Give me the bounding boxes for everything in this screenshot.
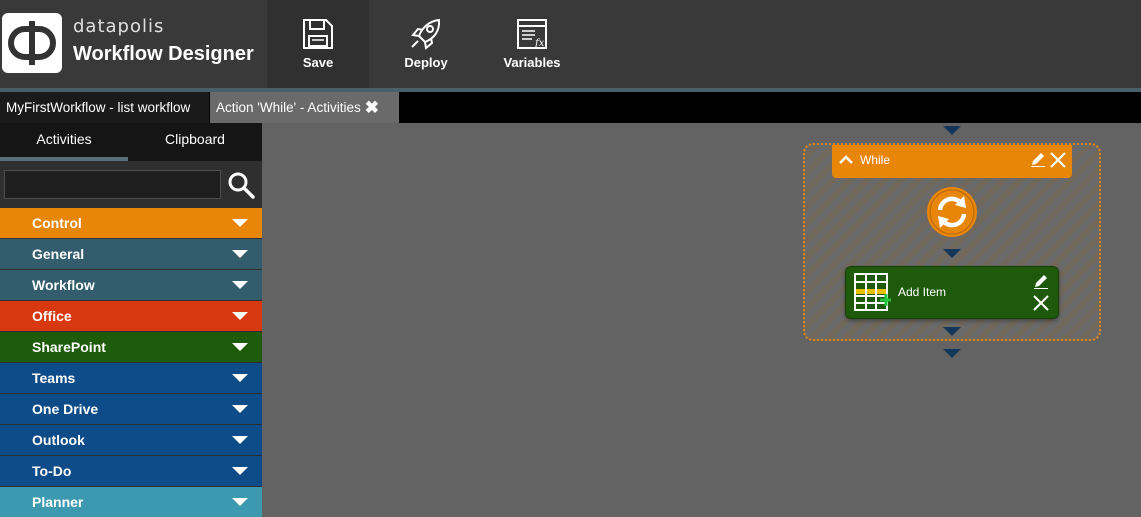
chevron-down-icon (232, 250, 248, 258)
chevron-down-icon (232, 498, 248, 506)
connector-arrow (943, 327, 961, 336)
category-office[interactable]: Office (0, 301, 262, 331)
variables-button[interactable]: fx Variables (490, 0, 574, 88)
category-label: Control (32, 215, 82, 231)
deploy-button[interactable]: Deploy (380, 0, 472, 88)
edit-pencil-icon[interactable] (1033, 273, 1049, 289)
category-sharepoint[interactable]: SharePoint (0, 332, 262, 362)
activity-search-input[interactable] (4, 170, 221, 199)
chevron-down-icon (232, 281, 248, 289)
loop-refresh-icon (927, 187, 977, 237)
datapolis-logo (2, 13, 62, 73)
connector-arrow (943, 349, 961, 358)
add-table-row-icon (854, 273, 891, 311)
category-outlook[interactable]: Outlook (0, 425, 262, 455)
category-teams[interactable]: Teams (0, 363, 262, 393)
category-label: Outlook (32, 432, 85, 448)
add-item-action[interactable]: Add Item (845, 266, 1059, 319)
category-one-drive[interactable]: One Drive (0, 394, 262, 424)
category-workflow[interactable]: Workflow (0, 270, 262, 300)
svg-text:fx: fx (534, 38, 545, 49)
tab-activities[interactable]: Activities (0, 123, 128, 161)
document-tabs: MyFirstWorkflow - list workflow Action '… (0, 92, 1141, 123)
app-header: datapolis Workflow Designer Save Deploy … (0, 0, 1141, 90)
edit-pencil-icon[interactable] (1030, 151, 1046, 167)
category-control[interactable]: Control (0, 208, 262, 238)
app-title: Workflow Designer (73, 43, 254, 65)
while-label: While (860, 153, 891, 167)
chevron-down-icon (232, 405, 248, 413)
brand-name: datapolis (73, 16, 165, 37)
chevron-down-icon (232, 436, 248, 444)
category-label: Workflow (32, 277, 95, 293)
category-general[interactable]: General (0, 239, 262, 269)
category-planner[interactable]: Planner (0, 487, 262, 517)
close-icon[interactable] (1049, 151, 1067, 169)
search-icon[interactable] (227, 171, 255, 199)
category-label: One Drive (32, 401, 99, 417)
tab-label: MyFirstWorkflow - list workflow (6, 100, 191, 115)
add-item-label: Add Item (898, 285, 947, 299)
category-label: Teams (32, 370, 76, 386)
tab-my-first-workflow[interactable]: MyFirstWorkflow - list workflow (0, 92, 209, 123)
close-tab-icon[interactable]: ✖ (365, 92, 379, 123)
variables-fx-icon: fx (517, 19, 547, 49)
chevron-down-icon (232, 219, 248, 227)
chevron-down-icon (232, 343, 248, 351)
chevron-down-icon (232, 312, 248, 320)
category-label: General (32, 246, 85, 262)
activities-sidebar: Activities Clipboard Control General Wor… (0, 123, 262, 517)
category-label: SharePoint (32, 339, 106, 355)
variables-label: Variables (503, 55, 561, 70)
save-label: Save (302, 55, 334, 70)
category-label: Planner (32, 494, 84, 510)
tab-clipboard[interactable]: Clipboard (128, 123, 262, 161)
connector-arrow (943, 249, 961, 258)
sidebar-tabs: Activities Clipboard (0, 123, 262, 161)
chevron-down-icon (232, 374, 248, 382)
tab-label: Action 'While' - Activities (216, 100, 361, 115)
category-label: Office (32, 308, 72, 324)
category-to-do[interactable]: To-Do (0, 456, 262, 486)
chevron-down-icon (232, 467, 248, 475)
tab-while-activities[interactable]: Action 'While' - Activities ✖ (210, 92, 399, 123)
deploy-label: Deploy (404, 55, 448, 70)
connector-arrow (943, 126, 961, 135)
collapse-chevron-up-icon[interactable] (838, 152, 854, 168)
rocket-icon (411, 18, 441, 50)
category-label: To-Do (32, 463, 72, 479)
floppy-disk-icon (303, 19, 333, 49)
close-icon[interactable] (1032, 294, 1050, 312)
save-button[interactable]: Save (267, 0, 369, 88)
